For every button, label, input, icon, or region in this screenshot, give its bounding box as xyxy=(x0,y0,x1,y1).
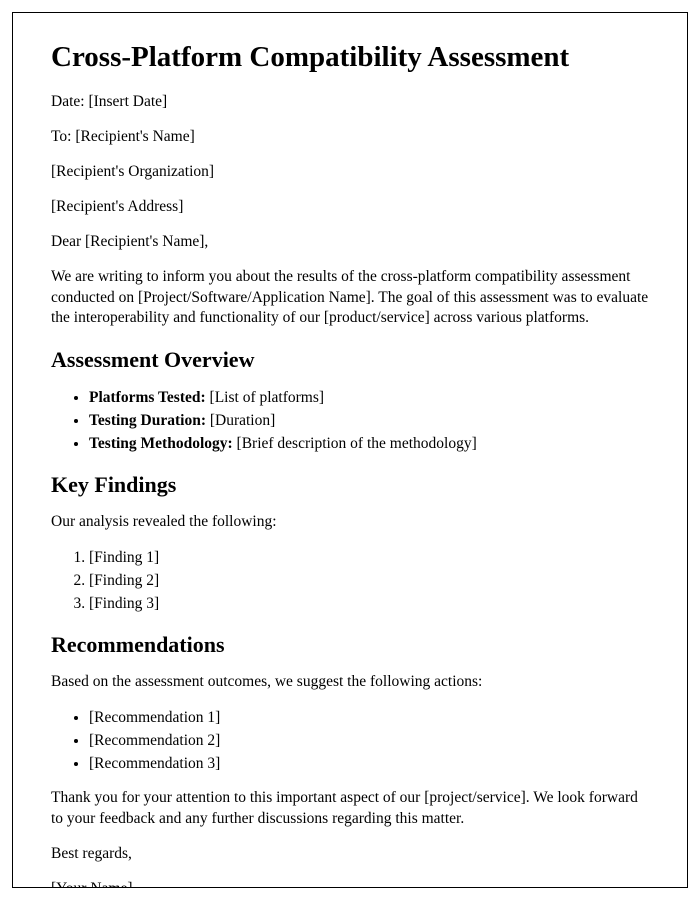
closing-thanks: Thank you for your attention to this imp… xyxy=(51,788,649,830)
platforms-value: [List of platforms] xyxy=(206,389,324,406)
methodology-label: Testing Methodology: xyxy=(89,435,233,452)
closing-signoff: Best regards, xyxy=(51,844,649,865)
list-item: Platforms Tested: [List of platforms] xyxy=(89,387,649,409)
overview-list: Platforms Tested: [List of platforms] Te… xyxy=(89,387,649,454)
list-item: [Finding 3] xyxy=(89,593,649,615)
date-line: Date: [Insert Date] xyxy=(51,92,649,113)
intro-paragraph: We are writing to inform you about the r… xyxy=(51,267,649,330)
list-item: [Recommendation 3] xyxy=(89,753,649,775)
list-item: [Finding 2] xyxy=(89,570,649,592)
platforms-label: Platforms Tested: xyxy=(89,389,206,406)
duration-value: [Duration] xyxy=(206,412,275,429)
closing-name: [Your Name] xyxy=(51,879,649,888)
address-line: [Recipient's Address] xyxy=(51,197,649,218)
findings-list: [Finding 1] [Finding 2] [Finding 3] xyxy=(89,547,649,614)
org-line: [Recipient's Organization] xyxy=(51,162,649,183)
methodology-value: [Brief description of the methodology] xyxy=(233,435,477,452)
list-item: [Finding 1] xyxy=(89,547,649,569)
document-page: Cross-Platform Compatibility Assessment … xyxy=(12,12,688,888)
overview-heading: Assessment Overview xyxy=(51,347,649,373)
salutation-line: Dear [Recipient's Name], xyxy=(51,232,649,253)
to-line: To: [Recipient's Name] xyxy=(51,127,649,148)
list-item: Testing Methodology: [Brief description … xyxy=(89,433,649,455)
recommendations-intro: Based on the assessment outcomes, we sug… xyxy=(51,672,649,693)
list-item: Testing Duration: [Duration] xyxy=(89,410,649,432)
list-item: [Recommendation 2] xyxy=(89,730,649,752)
findings-intro: Our analysis revealed the following: xyxy=(51,512,649,533)
recommendations-heading: Recommendations xyxy=(51,632,649,658)
duration-label: Testing Duration: xyxy=(89,412,206,429)
list-item: [Recommendation 1] xyxy=(89,707,649,729)
recommendations-list: [Recommendation 1] [Recommendation 2] [R… xyxy=(89,707,649,774)
findings-heading: Key Findings xyxy=(51,472,649,498)
document-title: Cross-Platform Compatibility Assessment xyxy=(51,41,649,74)
